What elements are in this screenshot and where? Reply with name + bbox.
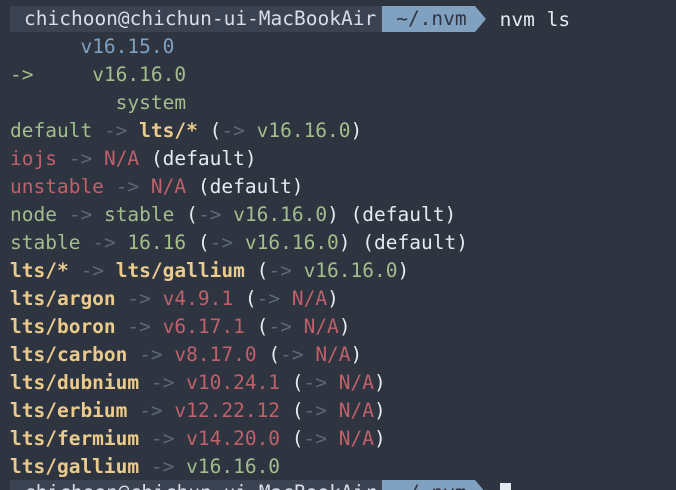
alias-target: N/A (103, 147, 140, 170)
lts-resolved: N/A (338, 427, 375, 450)
lts-row: lts/erbium -> v12.22.12 (-> N/A) (10, 399, 386, 422)
alias-row: default -> lts/* (-> v16.16.0) (10, 119, 363, 142)
lts-name: lts/boron (10, 315, 116, 338)
alias-resolved: v16.16.0 (233, 203, 328, 226)
alias-row: stable -> 16.16 (-> v16.16.0) (default) (10, 231, 468, 254)
alias-name: unstable (10, 175, 104, 198)
alias-target: lts/gallium (115, 259, 245, 282)
lts-version: v4.9.1 (162, 287, 234, 310)
installed-version-row: -> v16.16.0 (10, 61, 676, 89)
lts-version: v8.17.0 (174, 343, 257, 366)
installed-version: v16.15.0 (80, 35, 175, 58)
prompt-directory: ~/.nvm (382, 480, 475, 490)
lts-row: lts/boron -> v6.17.1 (-> N/A) (10, 315, 351, 338)
lts-version: v10.24.1 (186, 371, 281, 394)
alias-target: 16.16 (127, 231, 187, 254)
alias-resolved: v16.16.0 (303, 259, 398, 282)
alias-name: stable (10, 231, 81, 254)
alias-name: lts/* (10, 259, 69, 282)
terminal-window[interactable]: chichoon@chichun-ui-MacBookAir ~/.nvm nv… (0, 0, 676, 490)
alias-resolved: v16.16.0 (244, 231, 339, 254)
text-cursor[interactable] (499, 482, 511, 490)
next-prompt-line: chichoon@chichun-ui-MacBookAir ~/.nvm (10, 480, 511, 490)
alias-name: node (10, 203, 57, 226)
prompt-separator-icon (474, 6, 486, 32)
lts-resolved: N/A (338, 371, 375, 394)
lts-resolved: N/A (315, 343, 351, 366)
cursor-wrap[interactable] (499, 481, 511, 490)
lts-resolved: N/A (338, 399, 375, 422)
alias-suffix: (default) (362, 231, 468, 254)
lts-name: lts/gallium (10, 455, 140, 478)
alias-suffix: (default) (197, 175, 304, 198)
installed-version: v16.16.0 (92, 63, 187, 86)
lts-row: lts/argon -> v4.9.1 (-> N/A) (10, 287, 339, 310)
prompt-separator-icon (474, 480, 486, 490)
lts-version: v14.20.0 (186, 427, 281, 450)
prompt-directory: ~/.nvm (382, 6, 475, 32)
lts-resolved: N/A (303, 315, 339, 338)
alias-row: iojs -> N/A (default) (10, 147, 257, 170)
prompt-line: chichoon@chichun-ui-MacBookAir ~/.nvm nv… (10, 5, 676, 33)
prompt-user-host: chichoon@chichun-ui-MacBookAir (10, 480, 383, 490)
alias-target: lts/* (139, 119, 198, 142)
lts-row: lts/carbon -> v8.17.0 (-> N/A) (10, 343, 363, 366)
lts-version: v16.16.0 (186, 455, 281, 478)
lts-name: lts/erbium (10, 399, 128, 422)
lts-name: lts/dubnium (10, 371, 140, 394)
lts-resolved: N/A (291, 287, 328, 310)
lts-name: lts/carbon (10, 343, 128, 366)
lts-version: v12.22.12 (174, 399, 281, 422)
lts-row: lts/fermium -> v14.20.0 (-> N/A) (10, 427, 386, 450)
current-marker: -> (10, 63, 34, 86)
prompt-command: nvm ls (499, 7, 571, 31)
installed-version-row: v16.15.0 (10, 33, 676, 61)
alias-suffix: (default) (350, 203, 457, 226)
lts-name: lts/argon (10, 287, 116, 310)
prompt-user-host: chichoon@chichun-ui-MacBookAir (10, 6, 383, 32)
alias-name: default (10, 119, 93, 142)
alias-target: stable (103, 203, 175, 226)
alias-target: N/A (150, 175, 187, 198)
lts-name: lts/fermium (10, 427, 140, 450)
alias-row: unstable -> N/A (default) (10, 175, 304, 198)
alias-suffix: (default) (150, 147, 257, 170)
alias-name: iojs (10, 147, 57, 170)
alias-row: lts/* -> lts/gallium (-> v16.16.0) (10, 259, 410, 282)
lts-row: lts/dubnium -> v10.24.1 (-> N/A) (10, 371, 386, 394)
lts-row: lts/gallium -> v16.16.0 (10, 455, 281, 478)
installed-version: system (115, 91, 187, 114)
alias-resolved: v16.16.0 (256, 119, 351, 142)
lts-version: v6.17.1 (162, 315, 245, 338)
installed-version-row: system (10, 89, 676, 117)
alias-row: node -> stable (-> v16.16.0) (default) (10, 203, 457, 226)
